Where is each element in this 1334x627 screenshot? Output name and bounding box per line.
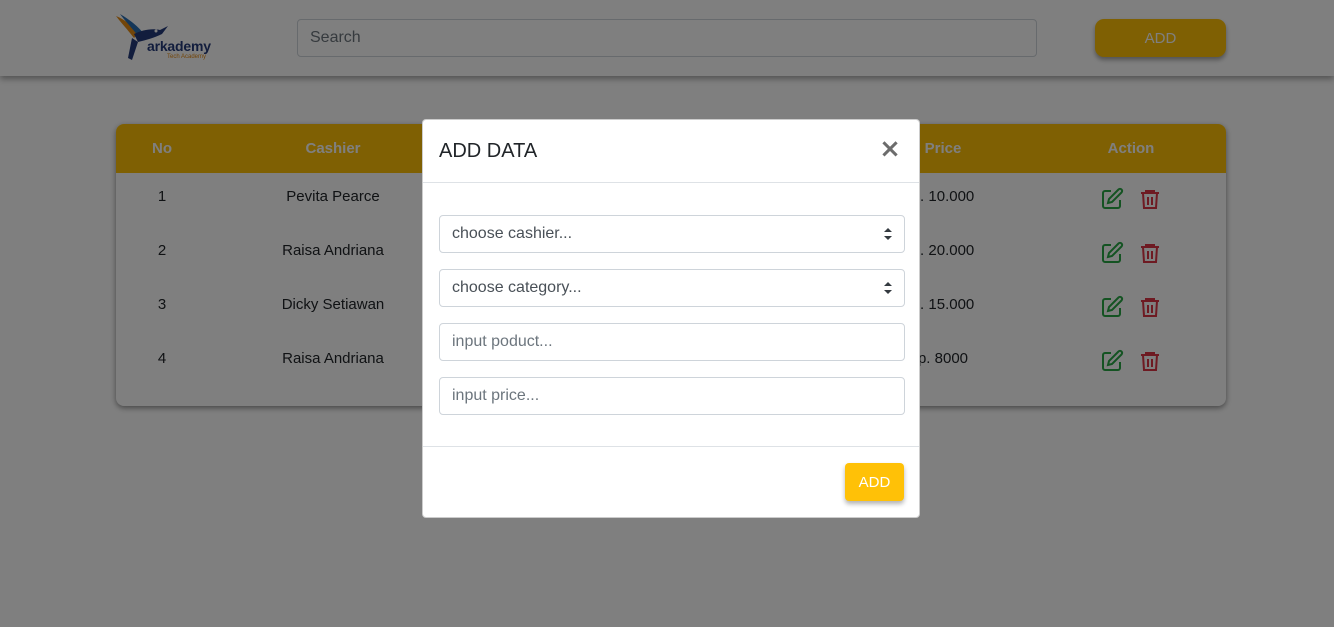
modal-header: ADD DATA × (423, 120, 919, 183)
select-arrows-icon (884, 282, 892, 294)
add-data-modal: ADD DATA × choose cashier... choose cate… (422, 119, 920, 518)
modal-add-button[interactable]: ADD (845, 463, 904, 501)
price-input[interactable] (439, 377, 905, 415)
modal-title: ADD DATA (439, 140, 538, 162)
select-arrows-icon (884, 228, 892, 240)
cashier-select[interactable]: choose cashier... (439, 215, 905, 253)
modal-footer: ADD (423, 446, 919, 518)
category-select[interactable]: choose category... (439, 269, 905, 307)
cashier-select-value: choose cashier... (452, 225, 573, 242)
category-select-value: choose category... (452, 279, 582, 296)
close-icon[interactable]: × (875, 134, 905, 164)
product-input[interactable] (439, 323, 905, 361)
